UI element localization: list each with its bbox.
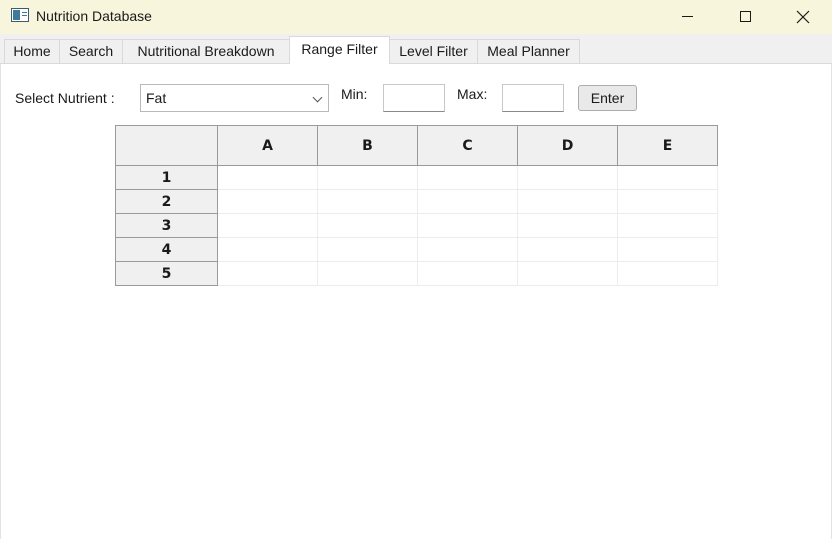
close-button[interactable] xyxy=(774,0,832,33)
maximize-button[interactable] xyxy=(716,0,774,33)
min-input[interactable] xyxy=(383,84,445,112)
title-bar: Nutrition Database xyxy=(0,0,832,34)
tab-nutritional-breakdown[interactable]: Nutritional Breakdown xyxy=(122,39,290,63)
row-header[interactable]: 3 xyxy=(115,213,218,238)
table-row: 3 xyxy=(115,213,718,238)
select-nutrient-label: Select Nutrient : xyxy=(15,90,115,106)
table-row: 5 xyxy=(115,261,718,286)
nutrient-select[interactable]: Fat xyxy=(140,84,329,112)
grid-cell[interactable] xyxy=(517,165,618,190)
tab-range-filter[interactable]: Range Filter xyxy=(289,36,390,64)
tab-home[interactable]: Home xyxy=(4,39,60,63)
max-label: Max: xyxy=(457,86,488,102)
row-header[interactable]: 2 xyxy=(115,189,218,214)
table-row: 1 xyxy=(115,165,718,190)
grid-cell[interactable] xyxy=(417,213,518,238)
app-window-icon xyxy=(11,8,29,22)
row-header[interactable]: 4 xyxy=(115,237,218,262)
grid-cell[interactable] xyxy=(517,237,618,262)
grid-cell[interactable] xyxy=(317,165,418,190)
grid-cell[interactable] xyxy=(217,237,318,262)
grid-cell[interactable] xyxy=(517,261,618,286)
minimize-button[interactable] xyxy=(658,0,716,33)
nutrient-select-value: Fat xyxy=(146,90,167,106)
grid-cell[interactable] xyxy=(217,213,318,238)
grid-cell[interactable] xyxy=(417,237,518,262)
column-header[interactable]: A xyxy=(217,125,318,166)
row-header[interactable]: 1 xyxy=(115,165,218,190)
tab-strip: Home Search Nutritional Breakdown Range … xyxy=(0,34,832,64)
grid-cell[interactable] xyxy=(617,213,718,238)
row-header[interactable]: 5 xyxy=(115,261,218,286)
table-row: 4 xyxy=(115,237,718,262)
grid-cell[interactable] xyxy=(617,165,718,190)
grid-cell[interactable] xyxy=(217,165,318,190)
minimize-icon xyxy=(681,16,693,17)
table-row: 2 xyxy=(115,189,718,214)
grid-cell[interactable] xyxy=(617,261,718,286)
grid-cell[interactable] xyxy=(517,189,618,214)
tab-meal-planner[interactable]: Meal Planner xyxy=(477,39,580,63)
tab-search[interactable]: Search xyxy=(59,39,123,63)
results-grid: A B C D E 1 2 3 4 5 xyxy=(115,125,718,286)
grid-cell[interactable] xyxy=(317,213,418,238)
grid-cell[interactable] xyxy=(417,189,518,214)
column-header[interactable]: C xyxy=(417,125,518,166)
min-label: Min: xyxy=(341,86,368,102)
grid-cell[interactable] xyxy=(317,261,418,286)
column-header[interactable]: E xyxy=(617,125,718,166)
grid-cell[interactable] xyxy=(217,261,318,286)
grid-cell[interactable] xyxy=(217,189,318,214)
grid-corner xyxy=(115,125,218,166)
tab-level-filter[interactable]: Level Filter xyxy=(389,39,478,63)
maximize-icon xyxy=(739,11,751,22)
grid-cell[interactable] xyxy=(517,213,618,238)
column-header[interactable]: D xyxy=(517,125,618,166)
window-title: Nutrition Database xyxy=(36,8,152,24)
grid-cell[interactable] xyxy=(617,237,718,262)
max-input[interactable] xyxy=(502,84,564,112)
grid-cell[interactable] xyxy=(417,165,518,190)
chevron-down-icon xyxy=(312,92,323,103)
grid-cell[interactable] xyxy=(317,237,418,262)
close-icon xyxy=(796,10,810,23)
grid-cell[interactable] xyxy=(317,189,418,214)
enter-button[interactable]: Enter xyxy=(578,85,637,111)
grid-cell[interactable] xyxy=(417,261,518,286)
column-header[interactable]: B xyxy=(317,125,418,166)
grid-cell[interactable] xyxy=(617,189,718,214)
